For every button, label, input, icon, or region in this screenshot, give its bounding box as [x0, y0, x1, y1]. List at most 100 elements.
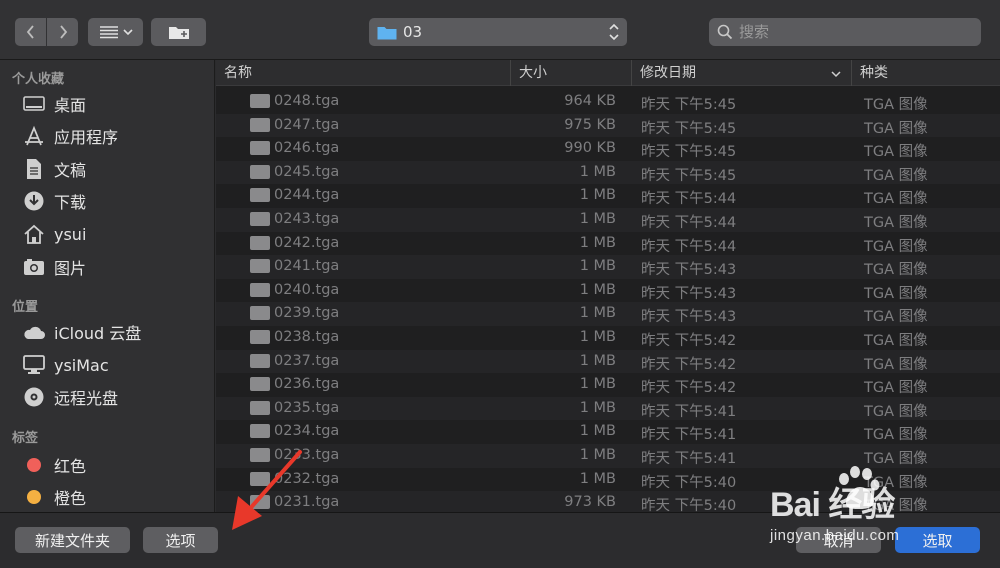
- folder-icon: [377, 26, 397, 39]
- view-mode-button[interactable]: [88, 18, 143, 46]
- sidebar-item-label: 下载: [54, 193, 87, 212]
- file-kind: TGA 图像: [864, 285, 928, 302]
- file-date: 昨天 下午5:41: [641, 451, 737, 467]
- sidebar-item-label: 应用程序: [54, 128, 119, 147]
- updown-chevron-icon: [609, 23, 619, 41]
- file-name: 0234.tga: [274, 423, 340, 440]
- file-name: 0244.tga: [274, 187, 340, 204]
- table-row[interactable]: 0245.tga 1 MB 昨天 下午5:45 TGA 图像: [216, 160, 1000, 185]
- file-size: 975 KB: [564, 116, 616, 133]
- search-input[interactable]: [739, 23, 969, 41]
- sidebar-item-label: 远程光盘: [54, 389, 119, 408]
- column-header-name[interactable]: 名称: [216, 60, 510, 86]
- sidebar-item-tag-orange[interactable]: 橙色: [22, 483, 212, 511]
- column-header-date[interactable]: 修改日期: [631, 60, 851, 86]
- table-row[interactable]: 0234.tga 1 MB 昨天 下午5:41 TGA 图像: [216, 420, 1000, 444]
- sidebar-item-remote-disc[interactable]: 远程光盘: [22, 383, 212, 411]
- sidebar-item-icloud[interactable]: iCloud 云盘: [22, 318, 212, 346]
- search-box[interactable]: [709, 18, 981, 46]
- file-date: 昨天 下午5:41: [641, 403, 737, 420]
- tga-file-icon: [250, 259, 270, 274]
- file-name: 0242.tga: [274, 234, 340, 251]
- column-header-size-label: 大小: [519, 65, 547, 81]
- file-date: 昨天 下午5:44: [641, 238, 737, 255]
- options-button[interactable]: 选项: [143, 527, 218, 553]
- file-size: 1 MB: [579, 163, 616, 180]
- tag-red-icon: [22, 453, 46, 477]
- column-header-kind[interactable]: 种类: [851, 60, 1000, 86]
- file-date: 昨天 下午5:44: [641, 215, 737, 231]
- file-size: 1 MB: [579, 281, 616, 298]
- file-name: 0247.tga: [274, 116, 340, 133]
- path-popup[interactable]: 03: [369, 18, 627, 46]
- watermark-url: jingyan.baidu.com: [770, 527, 900, 544]
- open-file-dialog: 03 个人收藏 桌面 应用程序 文稿 下载 ysui: [0, 0, 1000, 568]
- sidebar-section-locations: 位置: [12, 300, 39, 315]
- sidebar-item-applications[interactable]: 应用程序: [22, 122, 212, 150]
- column-header-date-label: 修改日期: [640, 65, 696, 81]
- sidebar-item-label: 橙色: [54, 489, 87, 508]
- file-kind: TGA 图像: [864, 333, 928, 349]
- sidebar-item-desktop[interactable]: 桌面: [22, 90, 212, 118]
- column-header-size[interactable]: 大小: [510, 60, 631, 86]
- table-row[interactable]: 0235.tga 1 MB 昨天 下午5:41 TGA 图像: [216, 396, 1000, 421]
- file-name: 0240.tga: [274, 281, 340, 298]
- file-date: 昨天 下午5:45: [641, 97, 737, 113]
- file-name: 0246.tga: [274, 140, 340, 157]
- forward-button[interactable]: [47, 18, 78, 46]
- file-date: 昨天 下午5:40: [641, 474, 737, 491]
- pictures-icon: [22, 255, 46, 279]
- file-size: 1 MB: [579, 423, 616, 440]
- back-button[interactable]: [15, 18, 46, 46]
- tga-file-icon: [250, 164, 270, 179]
- new-folder-icon: [168, 27, 189, 39]
- sidebar-section-tags: 标签: [12, 431, 39, 446]
- file-name: 0238.tga: [274, 329, 340, 345]
- file-kind: TGA 图像: [864, 238, 928, 255]
- sidebar-item-documents[interactable]: 文稿: [22, 155, 212, 183]
- sort-descending-icon: [831, 71, 841, 78]
- table-row[interactable]: 0240.tga 1 MB 昨天 下午5:43 TGA 图像: [216, 279, 1000, 303]
- table-row[interactable]: 0246.tga 990 KB 昨天 下午5:45 TGA 图像: [216, 137, 1000, 161]
- new-folder-toolbar-button[interactable]: [151, 18, 206, 46]
- downloads-icon: [22, 189, 46, 213]
- file-date: 昨天 下午5:42: [641, 333, 737, 349]
- sidebar-item-tag-red[interactable]: 红色: [22, 451, 212, 479]
- table-row[interactable]: 0244.tga 1 MB 昨天 下午5:44 TGA 图像: [216, 184, 1000, 208]
- sidebar-item-downloads[interactable]: 下载: [22, 187, 212, 215]
- file-name: 0236.tga: [274, 376, 340, 393]
- table-row[interactable]: 0247.tga 975 KB 昨天 下午5:45 TGA 图像: [216, 113, 1000, 138]
- table-row[interactable]: 0241.tga 1 MB 昨天 下午5:43 TGA 图像: [216, 255, 1000, 279]
- sidebar: 个人收藏 桌面 应用程序 文稿 下载 ysui 图片 位置 iCloud 云盘 …: [0, 60, 215, 512]
- column-header-kind-label: 种类: [860, 65, 888, 81]
- sidebar-item-computer[interactable]: ysiMac: [22, 351, 212, 379]
- file-date: 昨天 下午5:43: [641, 309, 737, 326]
- file-size: 1 MB: [579, 305, 616, 322]
- sidebar-item-home[interactable]: ysui: [22, 220, 212, 248]
- sidebar-item-pictures[interactable]: 图片: [22, 253, 212, 281]
- file-size: 964 KB: [564, 93, 616, 109]
- home-icon: [22, 222, 46, 246]
- applications-icon: [22, 124, 46, 148]
- file-date: 昨天 下午5:43: [641, 262, 737, 279]
- table-row[interactable]: 0243.tga 1 MB 昨天 下午5:44 TGA 图像: [216, 208, 1000, 232]
- tga-file-icon: [250, 448, 270, 462]
- file-name: 0243.tga: [274, 211, 340, 227]
- new-folder-button[interactable]: 新建文件夹: [15, 527, 130, 553]
- documents-icon: [22, 157, 46, 181]
- file-kind: TGA 图像: [864, 403, 928, 420]
- file-date: 昨天 下午5:45: [641, 144, 737, 161]
- table-row[interactable]: 0238.tga 1 MB 昨天 下午5:42 TGA 图像: [216, 326, 1000, 350]
- table-row[interactable]: 0242.tga 1 MB 昨天 下午5:44 TGA 图像: [216, 232, 1000, 256]
- sidebar-item-label: ysui: [54, 224, 87, 244]
- tga-file-icon: [250, 212, 270, 226]
- file-size: 1 MB: [579, 329, 616, 345]
- table-row[interactable]: 0248.tga 964 KB 昨天 下午5:45 TGA 图像: [216, 90, 1000, 114]
- table-row[interactable]: 0237.tga 1 MB 昨天 下午5:42 TGA 图像: [216, 349, 1000, 374]
- file-kind: TGA 图像: [864, 144, 928, 161]
- table-row[interactable]: 0236.tga 1 MB 昨天 下午5:42 TGA 图像: [216, 373, 1000, 397]
- file-size: 1 MB: [579, 234, 616, 251]
- table-row[interactable]: 0239.tga 1 MB 昨天 下午5:43 TGA 图像: [216, 302, 1000, 326]
- file-size: 1 MB: [579, 399, 616, 416]
- tga-file-icon: [250, 282, 270, 297]
